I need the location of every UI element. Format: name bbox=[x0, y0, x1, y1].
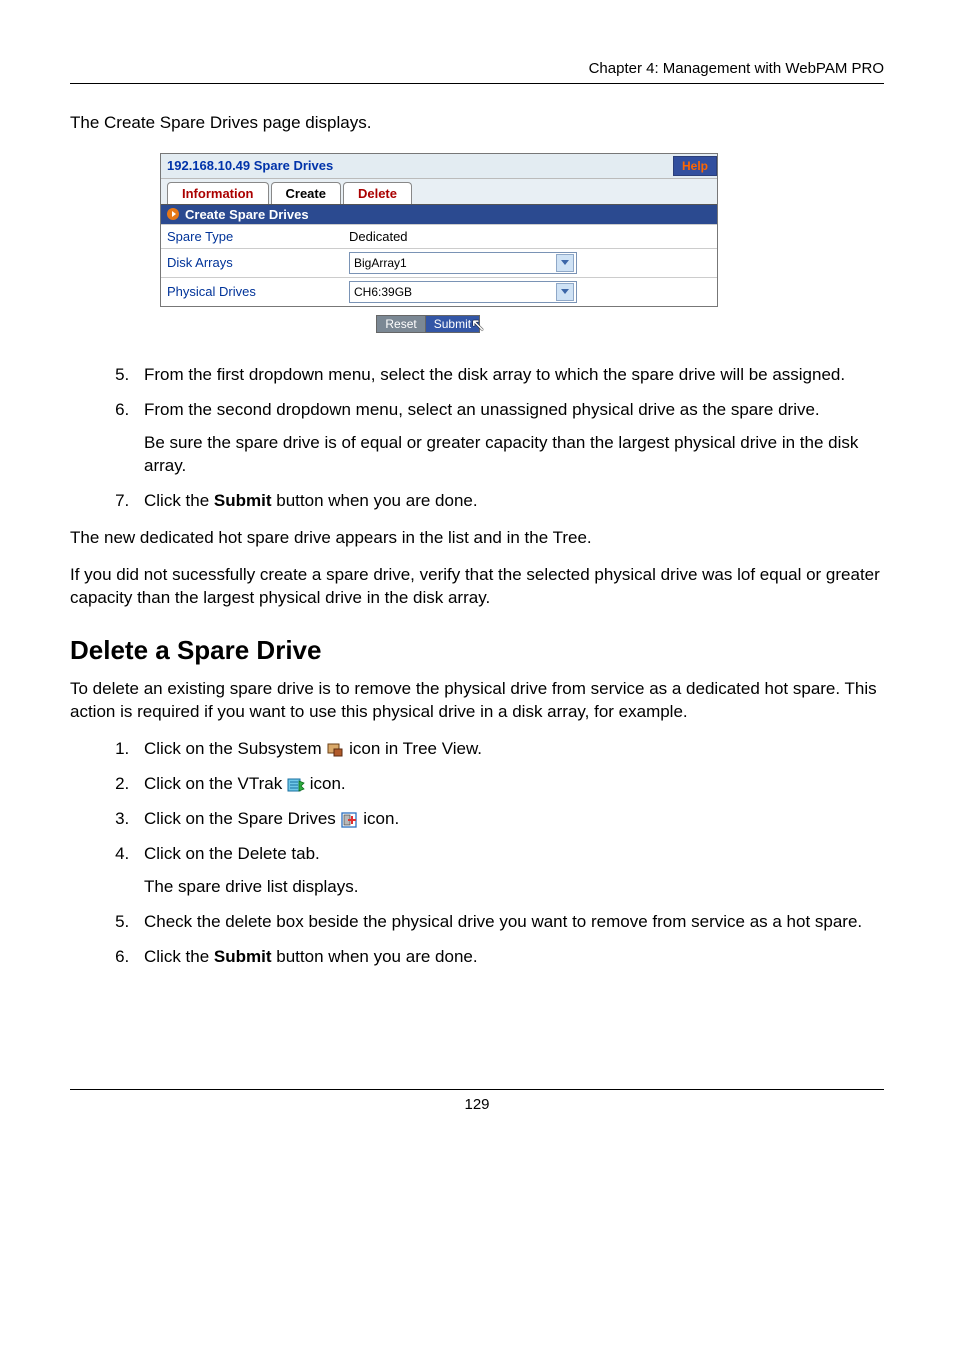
panel-title: 192.168.10.49 Spare Drives bbox=[167, 158, 333, 173]
step-7: Click the Submit button when you are don… bbox=[134, 490, 884, 513]
step-6: From the second dropdown menu, select an… bbox=[134, 399, 884, 478]
subsystem-icon bbox=[326, 741, 344, 759]
intro-text: The Create Spare Drives page displays. bbox=[70, 112, 884, 135]
disk-arrays-label: Disk Arrays bbox=[161, 251, 343, 274]
panel-titlebar: 192.168.10.49 Spare Drives Help bbox=[161, 154, 717, 179]
section-label: Create Spare Drives bbox=[161, 204, 717, 224]
panel: 192.168.10.49 Spare Drives Help Informat… bbox=[160, 153, 718, 307]
disk-arrays-value: BigArray1 bbox=[354, 256, 407, 270]
step2-2: Click on the VTrak icon. bbox=[134, 773, 884, 796]
after-p1: The new dedicated hot spare drive appear… bbox=[70, 527, 884, 550]
bullet-icon bbox=[167, 208, 179, 220]
page-number: 129 bbox=[464, 1096, 489, 1113]
row-spare-type: Spare Type Dedicated bbox=[161, 224, 717, 248]
screenshot: 192.168.10.49 Spare Drives Help Informat… bbox=[160, 153, 884, 340]
tab-create[interactable]: Create bbox=[271, 182, 341, 204]
page-footer: 129 bbox=[70, 1089, 884, 1113]
vtrak-icon bbox=[287, 776, 305, 794]
steps-list-1: From the first dropdown menu, select the… bbox=[70, 364, 884, 513]
tab-delete[interactable]: Delete bbox=[343, 182, 412, 204]
section-heading: Delete a Spare Drive bbox=[70, 635, 884, 666]
tab-information[interactable]: Information bbox=[167, 182, 269, 204]
spare-type-value: Dedicated bbox=[343, 226, 717, 247]
step2-5: Check the delete box beside the physical… bbox=[134, 911, 884, 934]
steps-list-2: Click on the Subsystem icon in Tree View… bbox=[70, 738, 884, 969]
section-label-text: Create Spare Drives bbox=[185, 207, 309, 222]
disk-arrays-select[interactable]: BigArray1 bbox=[349, 252, 577, 274]
page-header: Chapter 4: Management with WebPAM PRO bbox=[70, 60, 884, 84]
row-physical-drives: Physical Drives CH6:39GB bbox=[161, 277, 717, 306]
chevron-down-icon bbox=[556, 254, 574, 272]
step2-6: Click the Submit button when you are don… bbox=[134, 946, 884, 969]
chevron-down-icon bbox=[556, 283, 574, 301]
tabs-row: Information Create Delete bbox=[161, 179, 717, 204]
section2-intro: To delete an existing spare drive is to … bbox=[70, 678, 884, 724]
physical-drives-select[interactable]: CH6:39GB bbox=[349, 281, 577, 303]
physical-drives-value: CH6:39GB bbox=[354, 285, 412, 299]
step2-1: Click on the Subsystem icon in Tree View… bbox=[134, 738, 884, 761]
spare-drives-icon bbox=[341, 811, 359, 829]
cursor-icon: ↖ bbox=[471, 315, 486, 336]
reset-button[interactable]: Reset bbox=[376, 315, 424, 333]
step-5: From the first dropdown menu, select the… bbox=[134, 364, 884, 387]
step2-4: Click on the Delete tab. The spare drive… bbox=[134, 843, 884, 899]
button-row: ResetSubmit ↖ bbox=[160, 307, 716, 340]
after-p2: If you did not sucessfully create a spar… bbox=[70, 564, 884, 610]
step-6-note: Be sure the spare drive is of equal or g… bbox=[144, 432, 884, 478]
row-disk-arrays: Disk Arrays BigArray1 bbox=[161, 248, 717, 277]
step2-3: Click on the Spare Drives icon. bbox=[134, 808, 884, 831]
spare-type-label: Spare Type bbox=[161, 225, 343, 248]
step2-4-note: The spare drive list displays. bbox=[144, 876, 884, 899]
physical-drives-label: Physical Drives bbox=[161, 280, 343, 303]
help-button[interactable]: Help bbox=[673, 156, 717, 176]
chapter-line: Chapter 4: Management with WebPAM PRO bbox=[589, 60, 884, 77]
